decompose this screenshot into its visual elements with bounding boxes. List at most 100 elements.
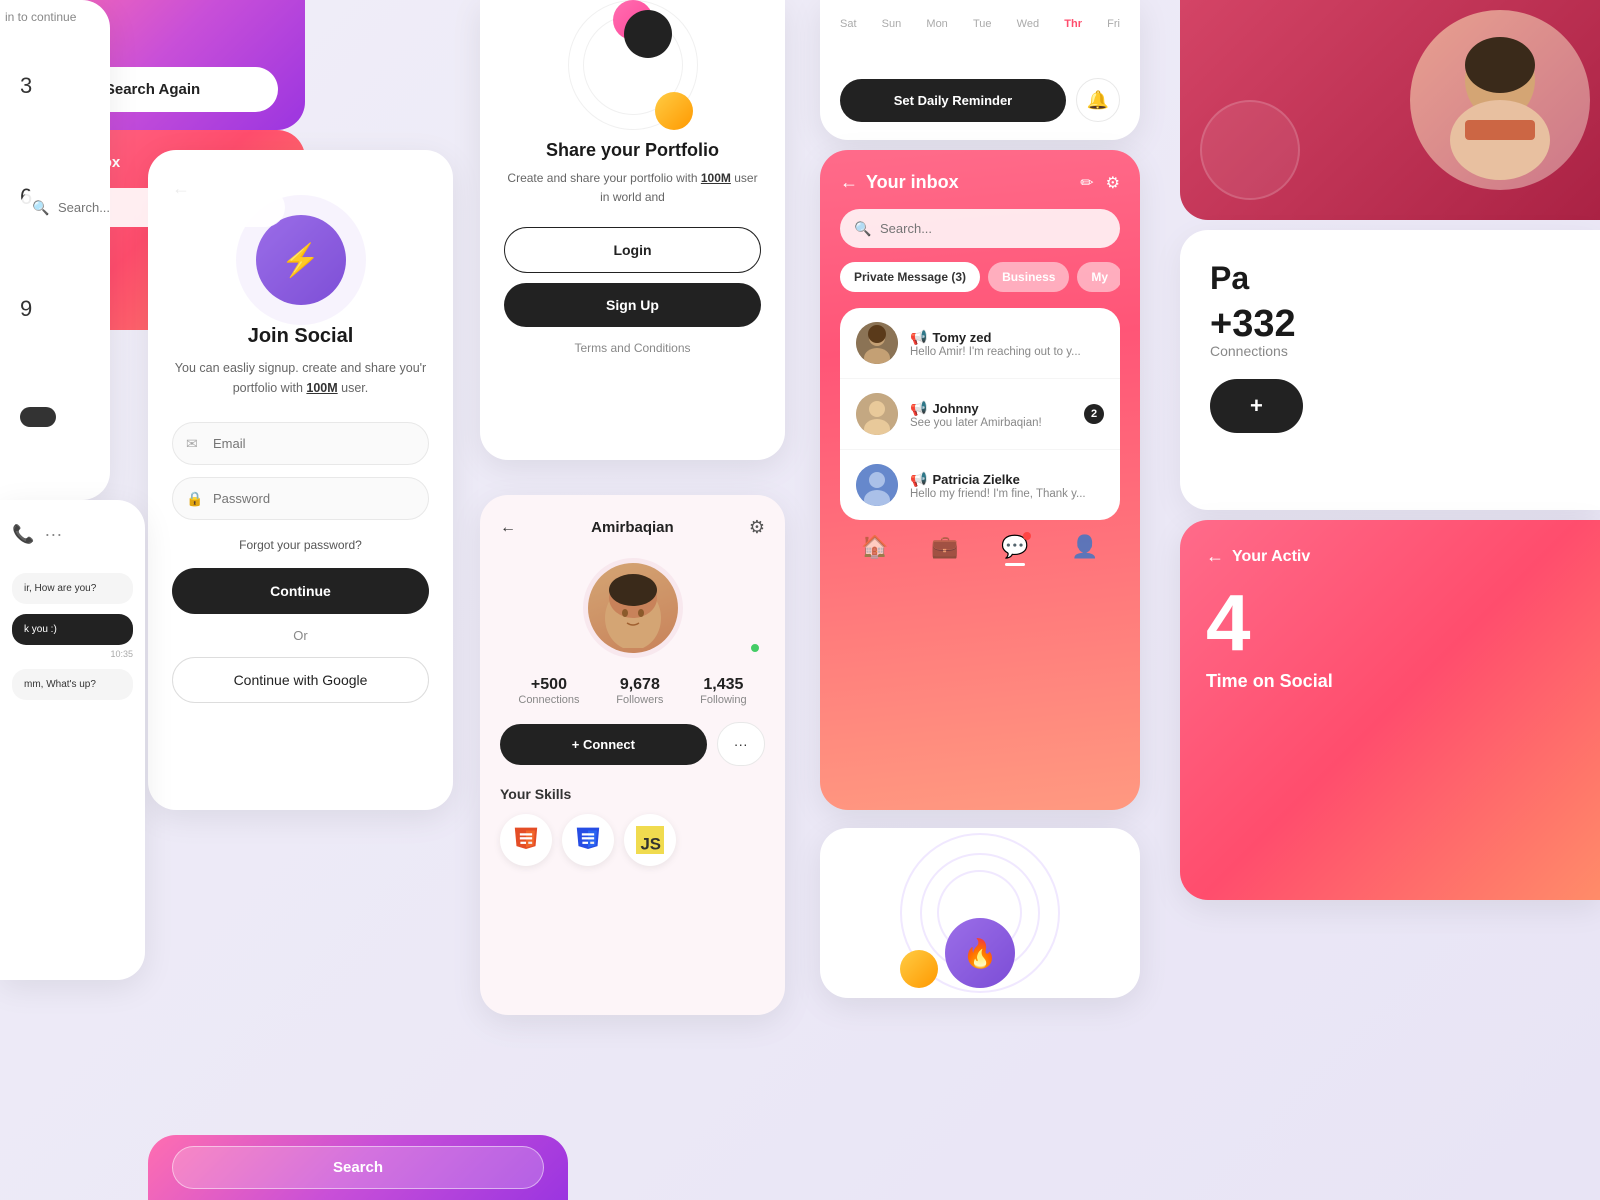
- day-mon: Mon: [926, 18, 947, 30]
- chat-time: 10:35: [12, 649, 133, 659]
- search-icon: 🔍: [854, 220, 871, 237]
- continue-button[interactable]: Continue: [172, 568, 429, 614]
- chat-bubble-received-1: ir, How are you?: [12, 573, 133, 604]
- terms-link[interactable]: Terms and Conditions: [574, 341, 690, 355]
- megaphone-icon: 📢: [910, 471, 927, 488]
- set-reminder-button[interactable]: Set Daily Reminder: [840, 79, 1066, 122]
- page-title-pa: Pa: [1210, 260, 1570, 297]
- join-social-card: ← ⚡ Join Social You can easliy signup. c…: [148, 150, 453, 810]
- online-indicator: [749, 642, 761, 654]
- active-indicator: [1005, 563, 1025, 566]
- patricia-avatar-img: [856, 464, 898, 506]
- time-on-social: Time on Social: [1206, 671, 1574, 692]
- profile-card: ← Amirbaqian ⚙: [480, 495, 785, 1015]
- work-nav[interactable]: 💼: [931, 534, 958, 566]
- html5-skill: [500, 814, 552, 866]
- patricia-name: 📢 Patricia Zielke: [910, 471, 1104, 488]
- connections-label: Connections: [518, 694, 579, 706]
- compose-icon[interactable]: ✏: [1080, 173, 1093, 193]
- bell-button[interactable]: 🔔: [1076, 78, 1120, 122]
- inbox-big-title: ← Your inbox: [840, 172, 959, 193]
- photo-card: [1180, 0, 1600, 220]
- activity-card: ← Your Activ 4 Time on Social: [1180, 520, 1600, 900]
- password-input[interactable]: [172, 477, 429, 520]
- chat-nav[interactable]: 💬: [1001, 534, 1028, 566]
- activity-back-button[interactable]: ←: [1206, 546, 1224, 567]
- johnny-avatar: [856, 393, 898, 435]
- inbox-back-button[interactable]: ←: [840, 172, 858, 193]
- tomy-avatar: [856, 322, 898, 364]
- add-connection-button[interactable]: +: [1210, 379, 1303, 433]
- inbox-big-header: ← Your inbox ✏ ⚙: [840, 172, 1120, 193]
- message-item-johnny[interactable]: 📢 Johnny See you later Amirbaqian! 2: [840, 379, 1120, 450]
- day-wed: Wed: [1017, 18, 1039, 30]
- connect-row: + Connect ···: [500, 722, 765, 766]
- inbox-small-search[interactable]: [20, 188, 285, 227]
- search-bottom-card: Search: [148, 1135, 568, 1200]
- login-button[interactable]: Login: [504, 227, 761, 273]
- inbox-big-icons: ✏ ⚙: [1080, 173, 1120, 193]
- portfolio-visual: [563, 0, 703, 130]
- followers-stat: 9,678 Followers: [616, 676, 663, 706]
- avatar-svg: [593, 568, 673, 648]
- megaphone-icon: 📢: [910, 329, 927, 346]
- purple-ball: 🔥: [945, 918, 1015, 988]
- join-avatar: ⚡: [256, 215, 346, 305]
- day-thr: Thr: [1064, 18, 1082, 30]
- menu-icon[interactable]: ···: [44, 524, 62, 545]
- days-row: Sat Sun Mon Tue Wed Thr Fri: [840, 18, 1120, 30]
- activity-title: Your Activ: [1232, 548, 1310, 566]
- join-description: You can easliy signup. create and share …: [172, 358, 429, 398]
- phone-icon[interactable]: 📞: [12, 524, 34, 545]
- number-9: 9: [20, 296, 90, 322]
- connect-button[interactable]: + Connect: [500, 724, 707, 765]
- signup-button[interactable]: Sign Up: [504, 283, 761, 327]
- profile-nav[interactable]: 👤: [1071, 534, 1098, 566]
- svg-text:JS: JS: [640, 835, 661, 854]
- inbox-search-input[interactable]: [840, 209, 1120, 248]
- profile-settings-icon[interactable]: ⚙: [749, 517, 765, 538]
- more-button[interactable]: ···: [717, 722, 765, 766]
- message-item-patricia[interactable]: 📢 Patricia Zielke Hello my friend! I'm f…: [840, 450, 1120, 520]
- portfolio-card: Share your Portfolio Create and share yo…: [480, 0, 785, 460]
- day-tue: Tue: [973, 18, 992, 30]
- connections-count: +332: [1210, 305, 1570, 343]
- settings-icon[interactable]: ⚙: [1106, 173, 1120, 193]
- connections-stat: +500 Connections: [518, 676, 579, 706]
- search-bottom-button[interactable]: Search: [172, 1146, 544, 1189]
- activity-header: ← Your Activ: [1206, 546, 1574, 567]
- email-input[interactable]: [172, 422, 429, 465]
- megaphone-icon: 📢: [910, 400, 927, 417]
- lock-icon: 🔒: [186, 490, 203, 507]
- unread-badge: 2: [1084, 404, 1104, 424]
- activity-number: 4: [1206, 583, 1574, 663]
- reminder-button-row: Set Daily Reminder 🔔: [840, 78, 1120, 122]
- reminder-card: Sat Sun Mon Tue Wed Thr Fri Set Daily Re…: [820, 0, 1140, 140]
- email-icon: ✉: [186, 435, 198, 452]
- tomy-avatar-img: [856, 322, 898, 364]
- photo-circle: [1410, 10, 1590, 190]
- profile-back-button[interactable]: ←: [500, 519, 516, 537]
- toggle-switch[interactable]: [20, 407, 56, 427]
- html5-icon: [512, 826, 540, 854]
- forgot-password-link[interactable]: Forgot your password?: [239, 538, 362, 552]
- chat-bubble-sent: k you :): [12, 614, 133, 645]
- notification-dot: [1023, 532, 1031, 540]
- messages-list: 📢 Tomy zed Hello Amir! I'm reaching out …: [840, 308, 1120, 520]
- tab-my[interactable]: My: [1077, 262, 1120, 292]
- day-fri: Fri: [1107, 18, 1120, 30]
- day-sat: Sat: [840, 18, 857, 30]
- google-button[interactable]: Continue with Google: [172, 657, 429, 703]
- profile-name: Amirbaqian: [591, 519, 674, 536]
- js-skill: JS: [624, 814, 676, 866]
- patricia-text: Hello my friend! I'm fine, Thank y...: [910, 488, 1104, 500]
- tab-private-message[interactable]: Private Message (3): [840, 262, 980, 292]
- join-title: Join Social: [248, 325, 354, 348]
- message-item-tomy[interactable]: 📢 Tomy zed Hello Amir! I'm reaching out …: [840, 308, 1120, 379]
- home-nav[interactable]: 🏠: [861, 534, 888, 566]
- chat-action-icons: 📞 ···: [12, 516, 133, 553]
- johnny-name: 📢 Johnny: [910, 400, 1072, 417]
- tab-business[interactable]: Business: [988, 262, 1069, 292]
- profile-stats: +500 Connections 9,678 Followers 1,435 F…: [500, 676, 765, 706]
- profile-header: ← Amirbaqian ⚙: [500, 517, 765, 538]
